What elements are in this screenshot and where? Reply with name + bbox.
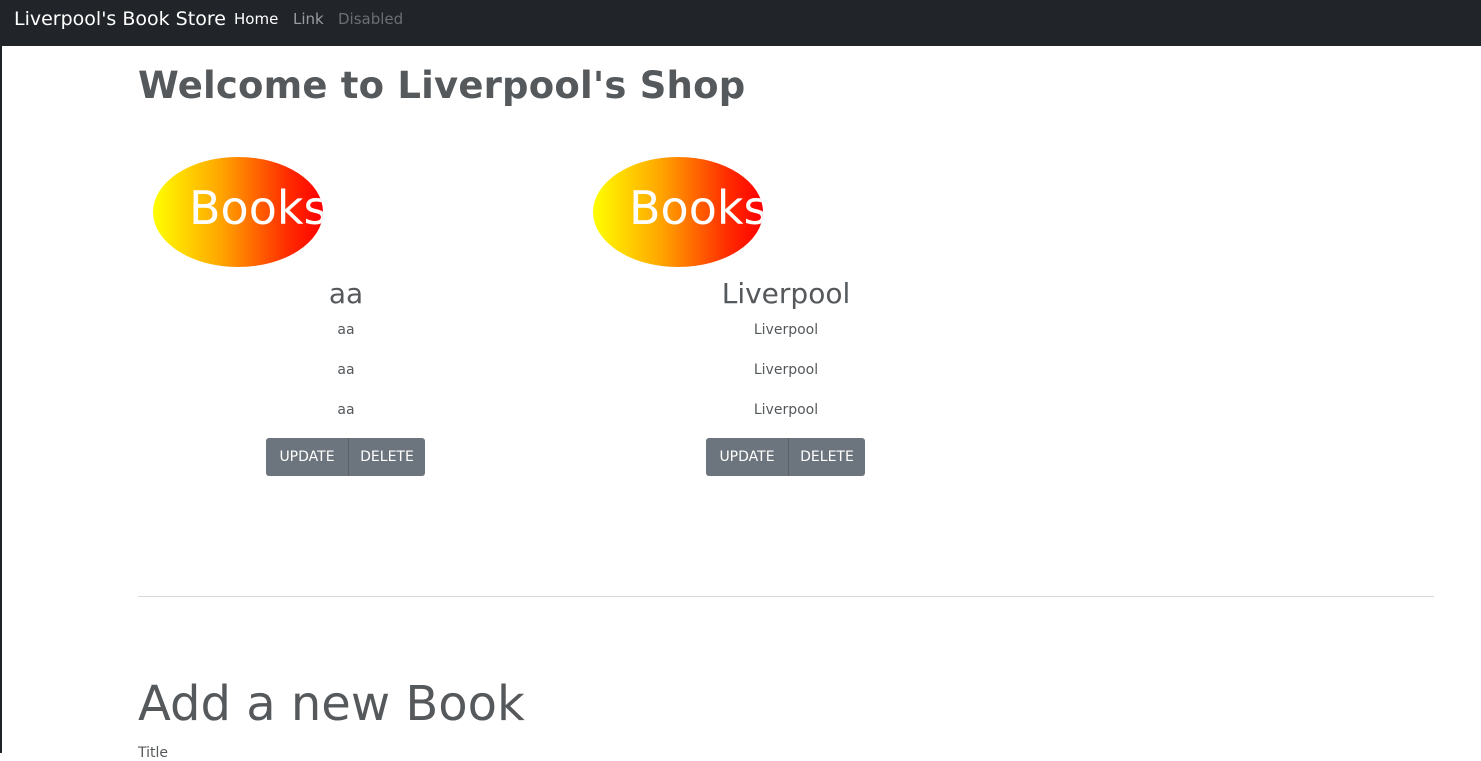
navbar: Liverpool's Book Store Home Link Disable…	[0, 0, 1481, 46]
page-title: Welcome to Liverpool's Shop	[138, 64, 746, 107]
delete-button[interactable]: DELETE	[788, 438, 865, 476]
book-card: Books Liverpool Liverpool Liverpool Live…	[578, 156, 994, 486]
nav-link-link[interactable]: Link	[293, 10, 324, 28]
book-title: aa	[328, 277, 364, 310]
add-book-heading: Add a new Book	[138, 676, 525, 732]
book-actions: UPDATE DELETE	[266, 438, 425, 476]
title-field-label: Title	[138, 745, 169, 761]
books-logo: Books	[153, 157, 323, 267]
navbar-brand[interactable]: Liverpool's Book Store	[14, 8, 226, 30]
update-button[interactable]: UPDATE	[706, 438, 788, 476]
delete-button[interactable]: DELETE	[348, 438, 425, 476]
section-divider	[138, 596, 1434, 597]
logo-text: Books	[189, 181, 323, 235]
book-card: Books aa aa aa aa UPDATE DELETE	[138, 156, 554, 486]
book-actions: UPDATE DELETE	[706, 438, 865, 476]
books-logo: Books	[593, 157, 763, 267]
update-button[interactable]: UPDATE	[266, 438, 348, 476]
book-detail: Liverpool	[753, 402, 819, 418]
book-detail: Liverpool	[753, 362, 819, 378]
logo-text: Books	[629, 181, 763, 235]
book-detail: aa	[337, 362, 355, 378]
nav-link-home[interactable]: Home	[234, 10, 278, 28]
window-edge	[0, 0, 2, 753]
book-detail: aa	[337, 402, 355, 418]
nav-link-disabled: Disabled	[338, 10, 404, 28]
book-detail: Liverpool	[753, 322, 819, 338]
book-detail: aa	[337, 322, 355, 338]
book-title: Liverpool	[721, 277, 851, 310]
